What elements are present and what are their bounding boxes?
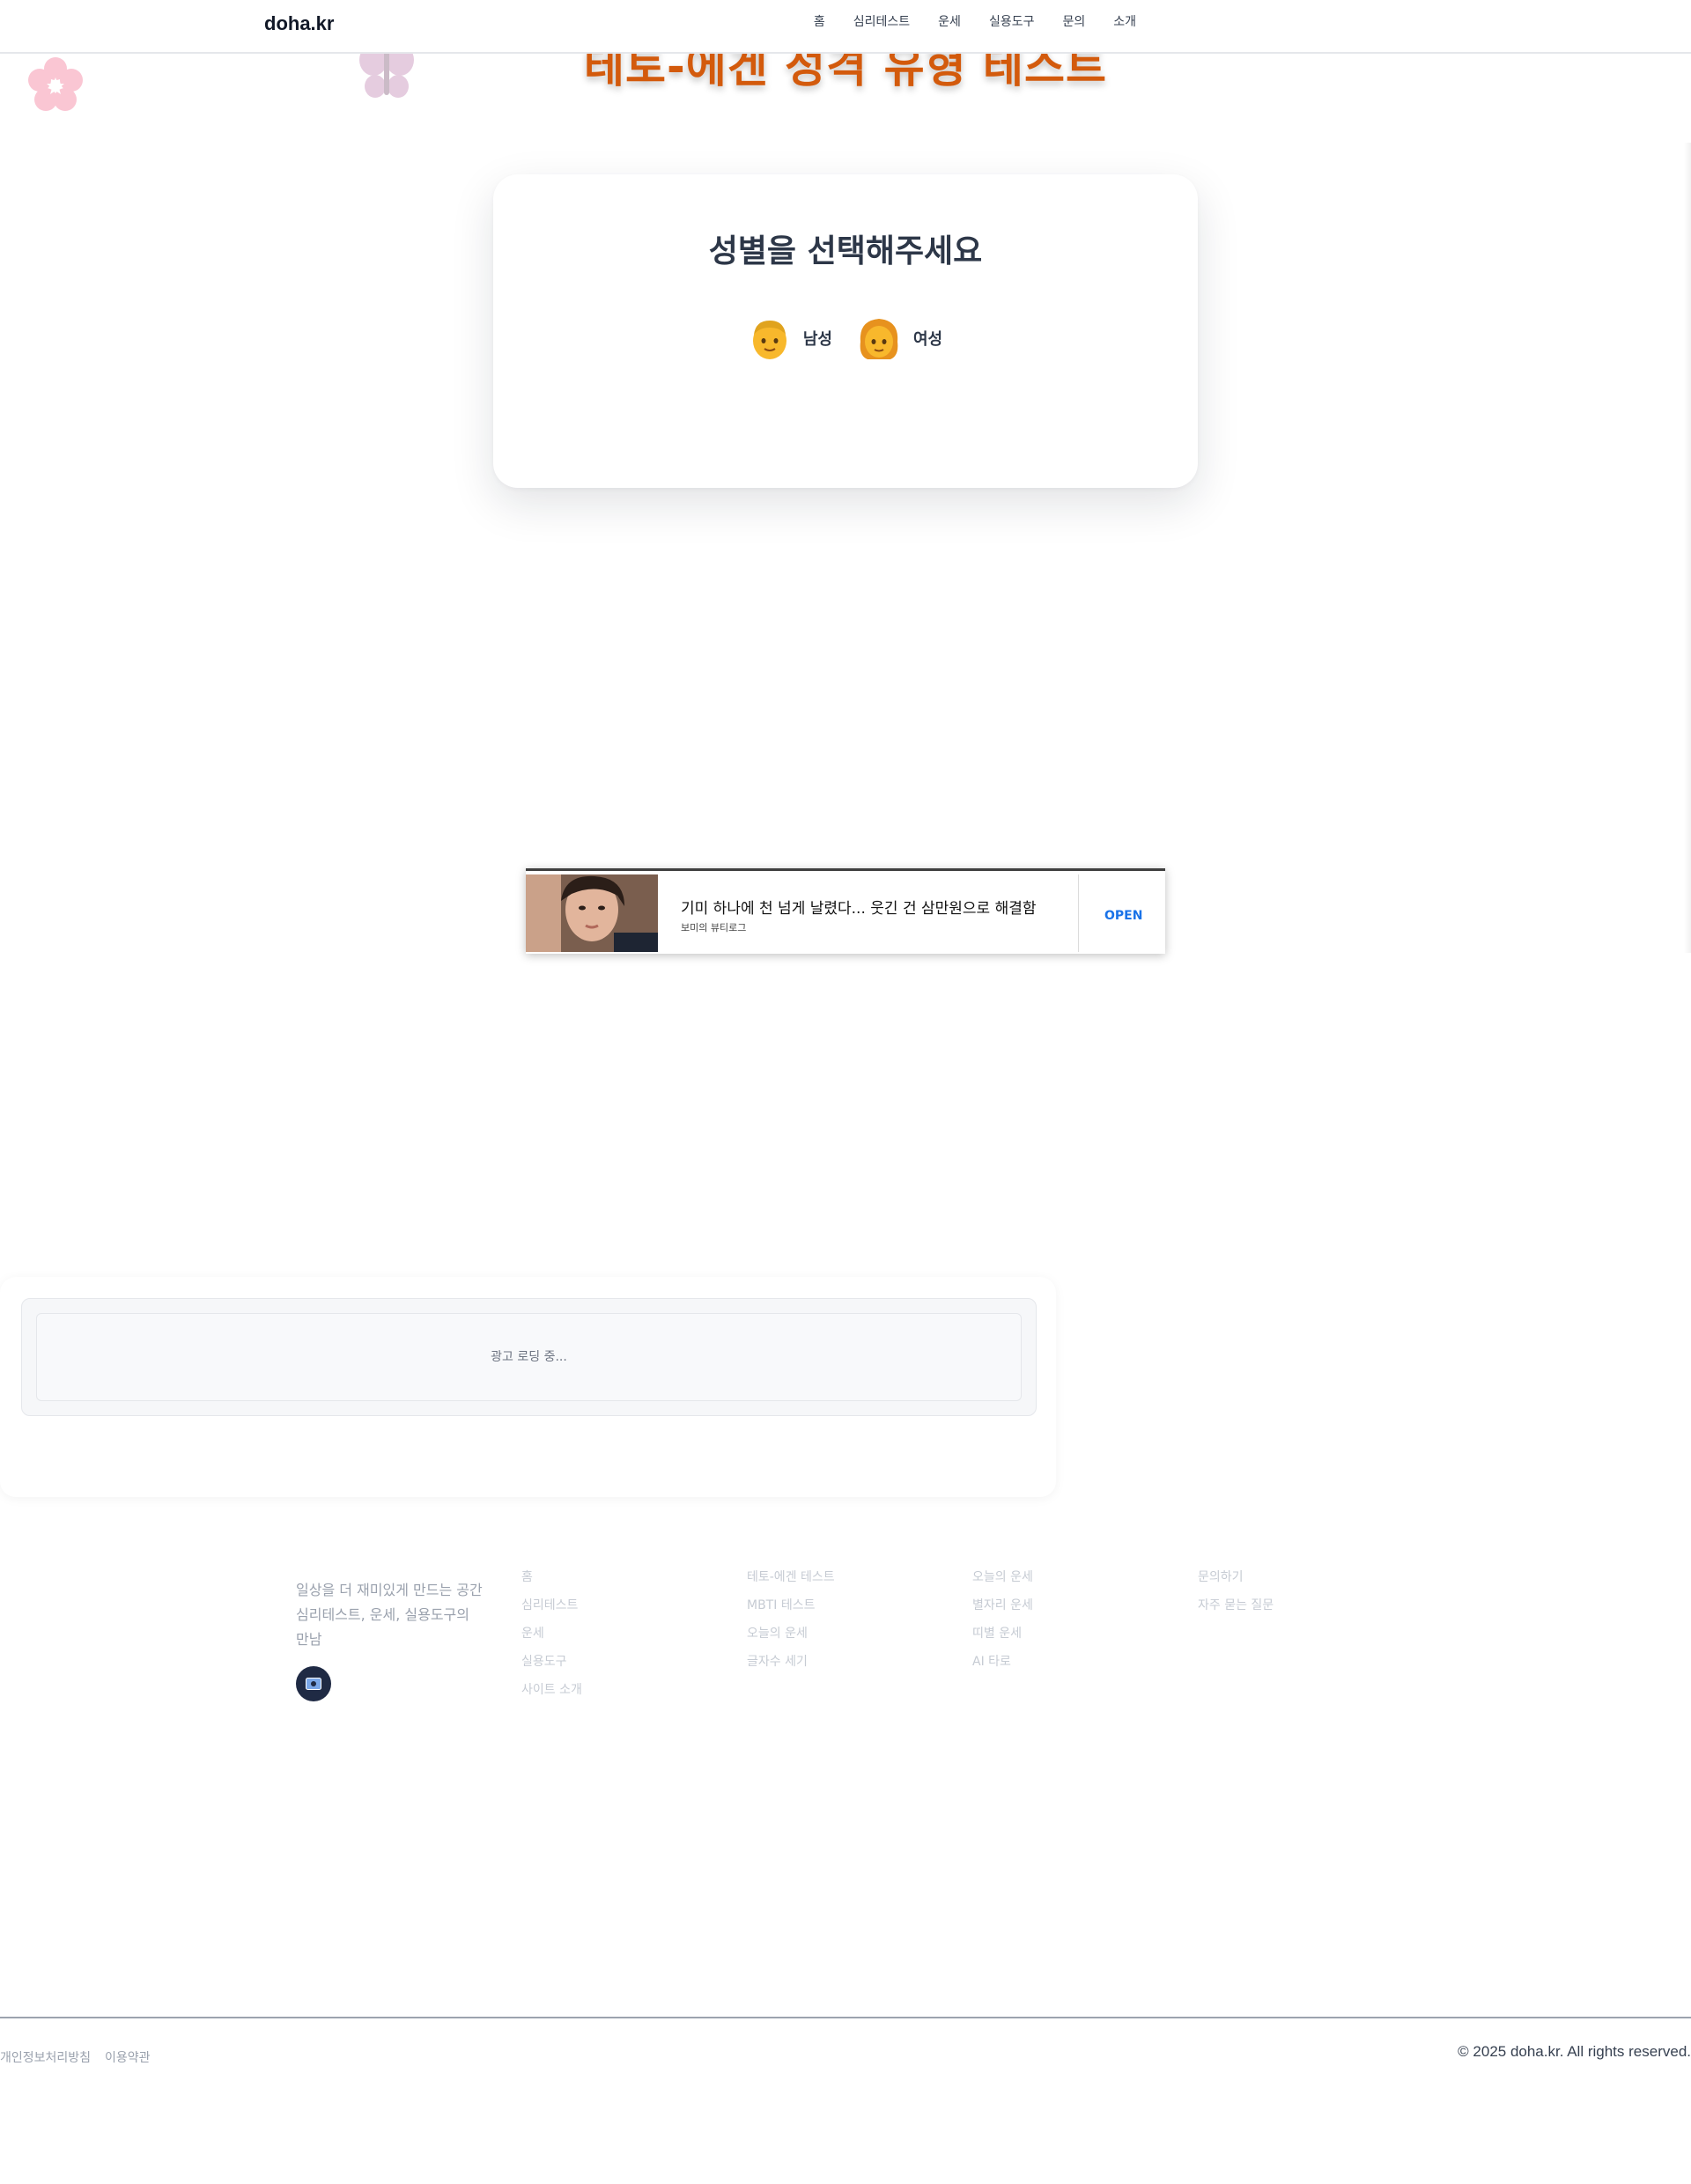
terms-link[interactable]: 이용약관 [105, 2048, 151, 2066]
footer-link[interactable]: 띠별 운세 [972, 1624, 1033, 1642]
email-icon [306, 1678, 321, 1690]
male-label: 남성 [802, 330, 832, 349]
woman-emoji-icon [860, 319, 898, 359]
ad-thumbnail-image[interactable] [526, 874, 658, 952]
footer-divider [0, 2017, 1691, 2018]
footer-legal-links: 개인정보처리방침 이용약관 [0, 2048, 151, 2066]
footer-description: 일상을 더 재미있게 만드는 공간 심리테스트, 운세, 실용도구의 만남 [296, 1582, 483, 1648]
ad-source: 보미의 뷰티로그 [681, 922, 747, 933]
footer-link[interactable]: 테토-에겐 테스트 [747, 1568, 835, 1585]
ad-divider [1078, 874, 1079, 952]
copyright-text: © 2025 doha.kr. All rights reserved. [1458, 2043, 1691, 2060]
ad-loading-placeholder: 광고 로딩 중... [36, 1313, 1022, 1401]
footer-column-tests: 테토-에겐 테스트 MBTI 테스트 오늘의 운세 글자수 세기 [747, 1568, 835, 1670]
footer-link[interactable]: 자주 묻는 질문 [1198, 1596, 1274, 1613]
footer-link[interactable]: 심리테스트 [521, 1596, 582, 1613]
card-title: 성별을 선택해주세요 [708, 233, 983, 269]
footer-link[interactable]: 별자리 운세 [972, 1596, 1033, 1613]
nav-contact[interactable]: 문의 [1062, 12, 1085, 30]
footer-link[interactable]: 글자수 세기 [747, 1652, 835, 1670]
footer-social-button[interactable] [296, 1666, 331, 1701]
footer-link[interactable]: 홈 [521, 1568, 582, 1585]
footer-link[interactable]: AI 타로 [972, 1652, 1033, 1670]
footer-column-main: 홈 심리테스트 운세 실용도구 사이트 소개 [521, 1568, 582, 1698]
main-nav: 홈 심리테스트 운세 실용도구 문의 소개 [814, 12, 1136, 30]
gender-options: 남성 여성 [493, 315, 1198, 361]
top-navigation-bar: doha.kr 홈 심리테스트 운세 실용도구 문의 소개 [0, 0, 1691, 54]
ad-loading-container: 광고 로딩 중... [21, 1298, 1037, 1416]
footer-link[interactable]: 실용도구 [521, 1652, 582, 1670]
privacy-policy-link[interactable]: 개인정보처리방침 [0, 2048, 91, 2066]
footer-link[interactable]: 오늘의 운세 [747, 1624, 835, 1642]
scroll-edge-shadow [1684, 143, 1691, 953]
footer-link[interactable]: 운세 [521, 1624, 582, 1642]
footer-link[interactable]: MBTI 테스트 [747, 1596, 835, 1613]
ad-headline[interactable]: 기미 하나에 천 넘게 날렸다... 웃긴 건 삼만원으로 해결함 [681, 896, 1037, 918]
footer-column-support: 문의하기 자주 묻는 질문 [1198, 1568, 1274, 1613]
gender-selection-card: 성별을 선택해주세요 남성 여성 [493, 174, 1198, 488]
ad-banner[interactable]: 기미 하나에 천 넘게 날렸다... 웃긴 건 삼만원으로 해결함 보미의 뷰티… [526, 868, 1165, 954]
footer-link[interactable]: 사이트 소개 [521, 1680, 582, 1698]
site-logo[interactable]: doha.kr [264, 12, 334, 35]
female-label: 여성 [913, 330, 943, 349]
nav-tools[interactable]: 실용도구 [989, 12, 1035, 30]
nav-home[interactable]: 홈 [814, 12, 825, 30]
footer-column-fortune: 오늘의 운세 별자리 운세 띠별 운세 AI 타로 [972, 1568, 1033, 1670]
female-option-button[interactable]: 여성 [857, 315, 942, 361]
nav-psych-tests[interactable]: 심리테스트 [853, 12, 910, 30]
ad-loading-card: 광고 로딩 중... [0, 1277, 1056, 1497]
ad-open-button[interactable]: OPEN [1104, 909, 1142, 923]
footer-link[interactable]: 문의하기 [1198, 1568, 1274, 1585]
man-emoji-icon [752, 321, 786, 359]
nav-fortune[interactable]: 운세 [938, 12, 961, 30]
ad-loading-text: 광고 로딩 중... [491, 1350, 567, 1364]
nav-about[interactable]: 소개 [1113, 12, 1136, 30]
male-option-button[interactable]: 남성 [749, 315, 832, 361]
footer-link[interactable]: 오늘의 운세 [972, 1568, 1033, 1585]
